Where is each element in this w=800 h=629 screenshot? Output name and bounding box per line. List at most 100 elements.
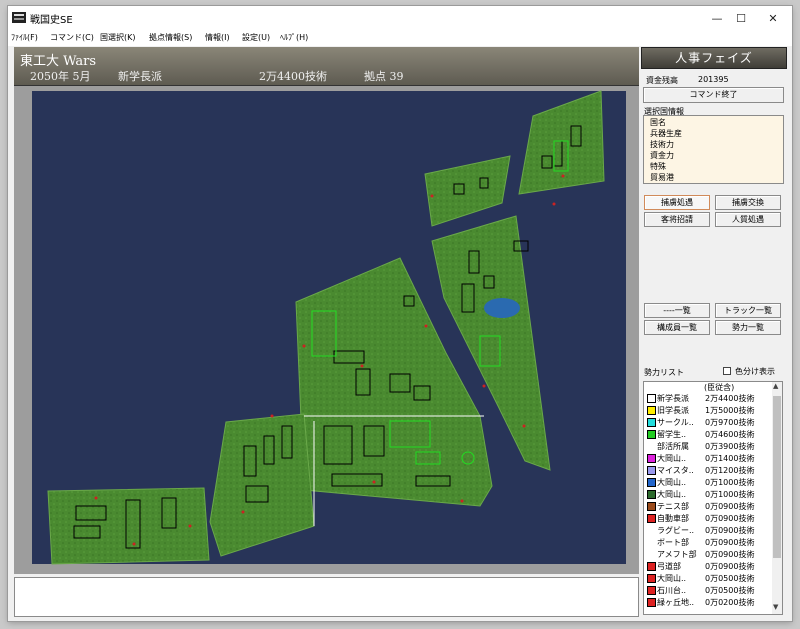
faction-row[interactable]: 大岡山.. 0万1000技術 bbox=[646, 477, 766, 488]
scroll-thumb[interactable] bbox=[773, 396, 781, 558]
info-line: 技術力 bbox=[650, 140, 674, 149]
list-button[interactable]: ----一覧 bbox=[644, 303, 710, 318]
menu-info[interactable]: 情報(I) bbox=[205, 32, 230, 43]
faction-color-swatch bbox=[647, 490, 656, 499]
faction-color-swatch bbox=[647, 454, 656, 463]
color-toggle-checkbox[interactable] bbox=[723, 367, 731, 375]
funds-label: 資金残高 bbox=[646, 76, 678, 85]
faction-row[interactable]: 新学長派 2万4400技術 bbox=[646, 393, 766, 404]
faction-color-swatch bbox=[647, 502, 656, 511]
campus-map[interactable] bbox=[14, 86, 639, 574]
faction-color-swatch bbox=[647, 406, 656, 415]
faction-tech-value: 0万0900技術 bbox=[705, 550, 755, 559]
faction-tech-value: 0万0900技術 bbox=[705, 502, 755, 511]
faction-tech-value: 2万4400技術 bbox=[705, 394, 755, 403]
faction-row[interactable]: マイスタ.. 0万1200技術 bbox=[646, 465, 766, 476]
menu-command[interactable]: コマンド(C) bbox=[50, 32, 94, 43]
menu-base-info[interactable]: 拠点情報(S) bbox=[149, 32, 192, 43]
faction-row[interactable]: 旧学長派 1万5000技術 bbox=[646, 405, 766, 416]
faction-tech-value: 0万9700技術 bbox=[705, 418, 755, 427]
faction-list-label: 勢力リスト bbox=[644, 368, 684, 377]
message-box bbox=[14, 577, 639, 617]
scroll-up-icon[interactable]: ▲ bbox=[773, 382, 778, 390]
faction-row[interactable]: ボート部 0万0900技術 bbox=[646, 537, 766, 548]
date-text: 2050年 5月 bbox=[30, 70, 91, 83]
faction-row[interactable]: 部活所属 0万3900技術 bbox=[646, 441, 766, 452]
faction-row[interactable]: 自動車部 0万0900技術 bbox=[646, 513, 766, 524]
end-command-button[interactable]: コマンド終了 bbox=[643, 87, 784, 103]
faction-row[interactable]: 留学生.. 0万4600技術 bbox=[646, 429, 766, 440]
faction-name: テニス部 bbox=[657, 502, 689, 511]
tech-total: 2万4400技術 bbox=[259, 70, 327, 83]
faction-tech-value: 0万0900技術 bbox=[705, 538, 755, 547]
faction-name: 自動車部 bbox=[657, 514, 689, 523]
map-area[interactable] bbox=[14, 86, 639, 574]
faction-name: 弓道部 bbox=[657, 562, 681, 571]
prisoner-treatment-button[interactable]: 捕虜処遇 bbox=[644, 195, 710, 210]
guest-invite-button[interactable]: 客将招請 bbox=[644, 212, 710, 227]
menu-help[interactable]: ﾍﾙﾌﾟ(H) bbox=[280, 32, 308, 43]
faction-tech-value: 0万0900技術 bbox=[705, 514, 755, 523]
menu-settings[interactable]: 設定(U) bbox=[242, 32, 270, 43]
faction-tech-value: 0万0900技術 bbox=[705, 562, 755, 571]
menu-country-select[interactable]: 国選択(K) bbox=[100, 32, 136, 43]
country-info-box: 国名 兵器生産 技術力 資金力 特殊 貿易港 bbox=[643, 115, 784, 184]
faction-name: 部活所属 bbox=[657, 442, 689, 451]
faction-tech-value: 0万0500技術 bbox=[705, 574, 755, 583]
faction-name: アメフト部 bbox=[657, 550, 697, 559]
faction-row[interactable]: 大岡山.. 0万1400技術 bbox=[646, 453, 766, 464]
faction-color-swatch bbox=[647, 478, 656, 487]
faction-tech-value: 0万0500技術 bbox=[705, 586, 755, 595]
faction-row[interactable]: サークル.. 0万9700技術 bbox=[646, 417, 766, 428]
faction-name: サークル.. bbox=[657, 418, 694, 427]
prisoner-exchange-button[interactable]: 捕虜交換 bbox=[715, 195, 781, 210]
faction-tech-value: 0万1000技術 bbox=[705, 490, 755, 499]
faction-name: 留学生.. bbox=[657, 430, 687, 439]
info-line: 兵器生産 bbox=[650, 129, 682, 138]
faction-row[interactable]: アメフト部 0万0900技術 bbox=[646, 549, 766, 560]
faction-color-swatch bbox=[647, 574, 656, 583]
title-bar: 戦国史SE — ☐ ✕ bbox=[8, 6, 792, 30]
faction-name: 石川台.. bbox=[657, 586, 687, 595]
menu-file[interactable]: ﾌｧｲﾙ(F) bbox=[11, 32, 38, 43]
color-toggle-label: 色分け表示 bbox=[735, 367, 775, 376]
application-window: 戦国史SE — ☐ ✕ ﾌｧｲﾙ(F) コマンド(C) 国選択(K) 拠点情報(… bbox=[8, 6, 792, 621]
close-button[interactable]: ✕ bbox=[754, 6, 792, 30]
faction-tech-value: 0万4600技術 bbox=[705, 430, 755, 439]
base-count: 拠点 39 bbox=[364, 70, 404, 83]
faction-name: 大岡山.. bbox=[657, 478, 687, 487]
faction-name: 大岡山.. bbox=[657, 490, 687, 499]
faction-list-button[interactable]: 勢力一覧 bbox=[715, 320, 781, 335]
info-line: 資金力 bbox=[650, 151, 674, 160]
faction-row[interactable]: 大岡山.. 0万1000技術 bbox=[646, 489, 766, 500]
faction-tech-value: 0万0200技術 bbox=[705, 598, 755, 607]
list-header: (臣従含) bbox=[704, 383, 735, 392]
list-scrollbar[interactable]: ▲ ▼ bbox=[772, 382, 782, 614]
faction-tech-value: 0万0900技術 bbox=[705, 526, 755, 535]
faction-row[interactable]: ラグビー.. 0万0900技術 bbox=[646, 525, 766, 536]
scroll-down-icon[interactable]: ▼ bbox=[773, 603, 778, 611]
command-panel: 人事フェイズ 資金残高 201395 コマンド終了 選択国情報 国名 兵器生産 … bbox=[641, 47, 787, 617]
window-title: 戦国史SE bbox=[30, 15, 73, 26]
faction-row[interactable]: 弓道部 0万0900技術 bbox=[646, 561, 766, 572]
faction-name: ボート部 bbox=[657, 538, 689, 547]
faction-tech-value: 0万3900技術 bbox=[705, 442, 755, 451]
faction-row[interactable]: 緑ヶ丘地.. 0万0200技術 bbox=[646, 597, 766, 608]
hostage-treatment-button[interactable]: 人質処遇 bbox=[715, 212, 781, 227]
faction-name: ラグビー.. bbox=[657, 526, 695, 535]
truck-list-button[interactable]: トラック一覧 bbox=[715, 303, 781, 318]
phase-title: 人事フェイズ bbox=[641, 47, 787, 69]
funds-value: 201395 bbox=[698, 75, 729, 84]
faction-row[interactable]: テニス部 0万0900技術 bbox=[646, 501, 766, 512]
member-list-button[interactable]: 構成員一覧 bbox=[644, 320, 710, 335]
faction-color-swatch bbox=[647, 514, 656, 523]
faction-name: 大岡山.. bbox=[657, 574, 687, 583]
faction-name: マイスタ.. bbox=[657, 466, 694, 475]
faction-list[interactable]: (臣従含) 新学長派 2万4400技術 旧学長派 1万5000技術サークル.. 0万97… bbox=[643, 381, 783, 615]
faction-color-swatch bbox=[647, 466, 656, 475]
faction-row[interactable]: 大岡山.. 0万0500技術 bbox=[646, 573, 766, 584]
faction-tech-value: 0万1400技術 bbox=[705, 454, 755, 463]
faction-name: 大岡山.. bbox=[657, 454, 687, 463]
info-line: 貿易港 bbox=[650, 173, 674, 182]
faction-row[interactable]: 石川台.. 0万0500技術 bbox=[646, 585, 766, 596]
